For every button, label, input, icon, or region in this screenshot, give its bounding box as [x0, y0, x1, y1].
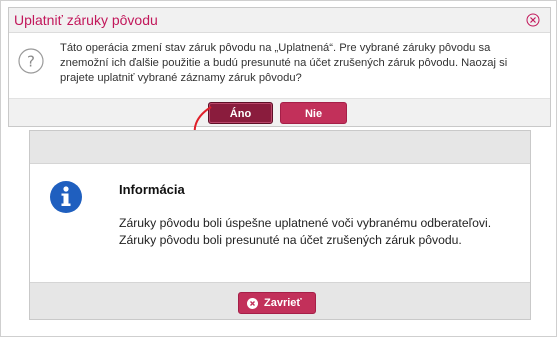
confirm-dialog-header: Uplatniť záruky pôvodu	[9, 8, 550, 33]
close-circle-icon	[247, 298, 258, 309]
info-dialog-heading: Informácia	[119, 182, 185, 197]
confirm-dialog-footer: Áno Nie	[9, 98, 550, 126]
confirm-dialog: Uplatniť záruky pôvodu ? Táto operácia z…	[8, 7, 551, 127]
info-dialog-footer: Zavrieť	[30, 282, 530, 319]
info-icon	[50, 181, 82, 213]
info-dialog: Informácia Záruky pôvodu boli úspešne up…	[29, 130, 531, 320]
close-icon[interactable]	[526, 13, 540, 27]
confirm-dialog-message: Táto operácia zmení stav záruk pôvodu na…	[60, 42, 508, 84]
info-dialog-message: Záruky pôvodu boli úspešne uplatnené voč…	[119, 216, 492, 247]
close-button-label: Zavrieť	[264, 297, 302, 309]
no-button[interactable]: Nie	[280, 102, 347, 124]
svg-text:?: ?	[27, 53, 35, 71]
question-icon: ?	[18, 48, 44, 74]
close-button[interactable]: Zavrieť	[238, 292, 316, 314]
info-dialog-header	[30, 131, 530, 164]
screenshot-frame: Uplatniť záruky pôvodu ? Táto operácia z…	[0, 0, 557, 337]
confirm-dialog-title: Uplatniť záruky pôvodu	[14, 12, 158, 28]
